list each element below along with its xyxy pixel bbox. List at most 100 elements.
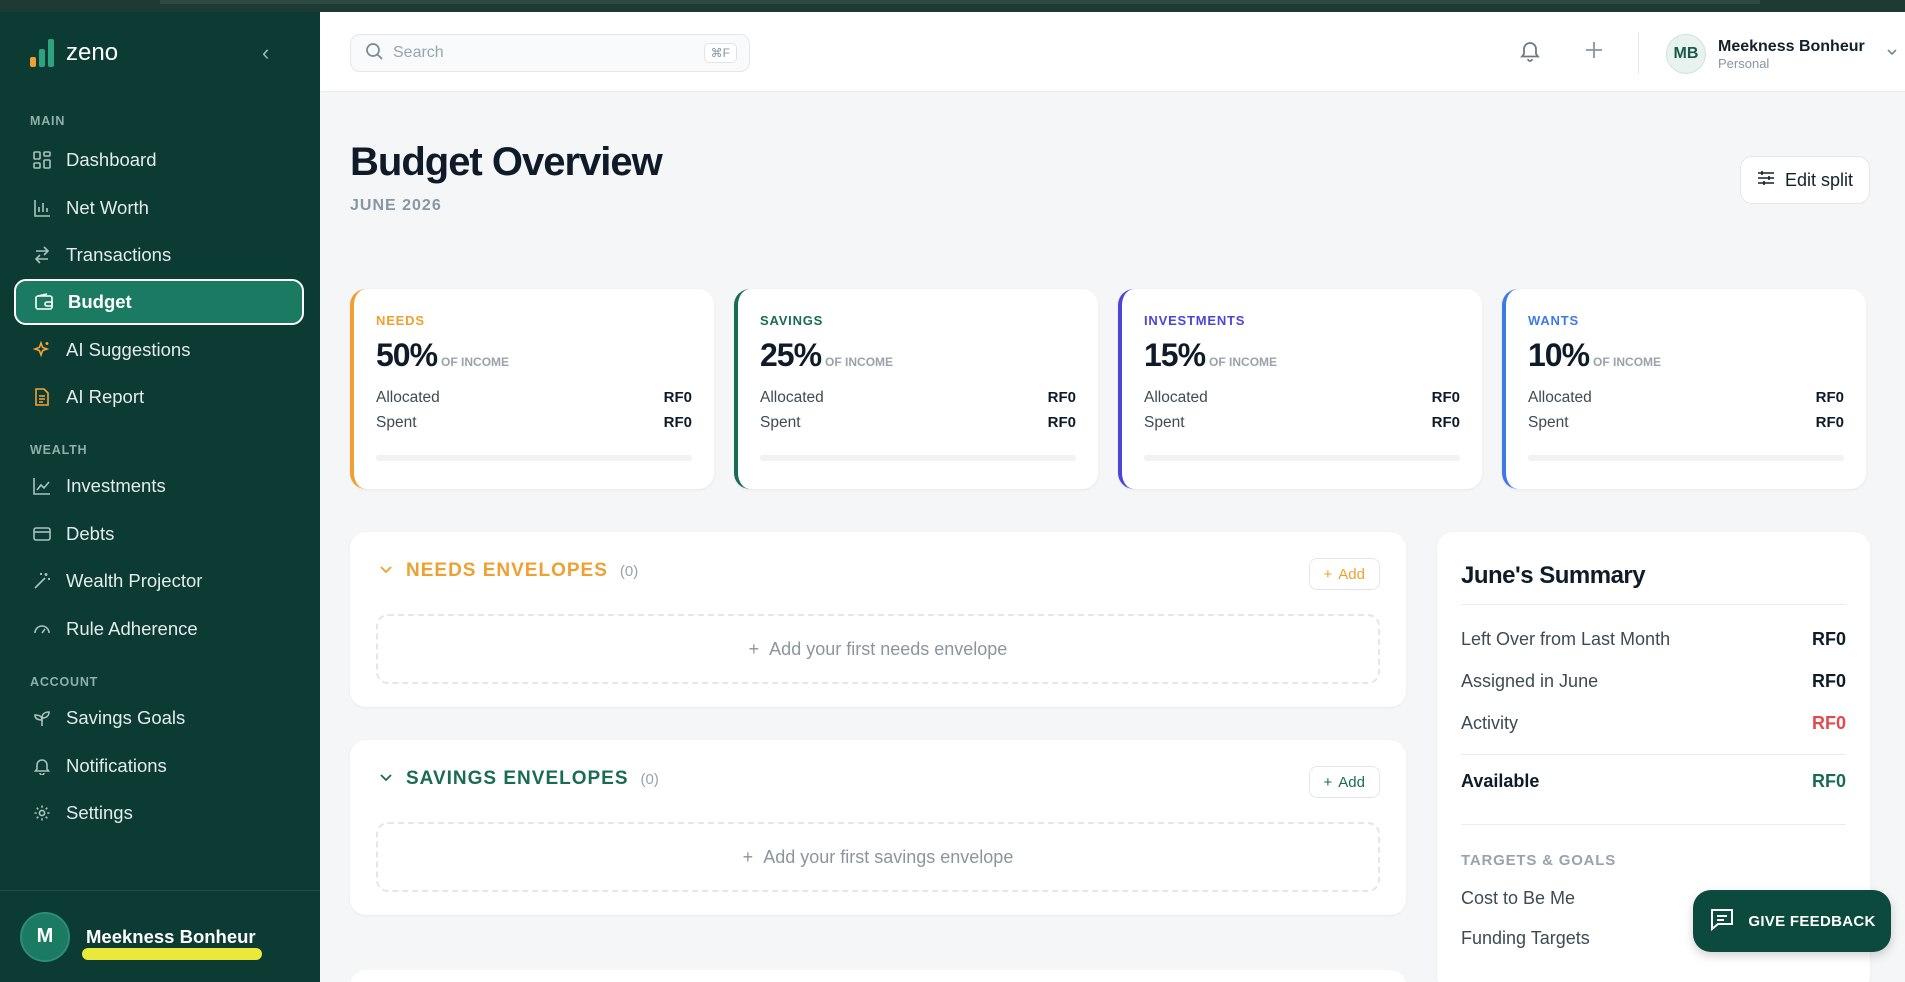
sidebar-item-savings-goals[interactable]: Savings Goals [14, 695, 304, 741]
sidebar-item-dashboard[interactable]: Dashboard [14, 137, 304, 183]
bell-icon[interactable] [1518, 38, 1542, 69]
card-label: WANTS [1528, 313, 1579, 328]
sidebar-item-label: Transactions [66, 244, 172, 265]
sidebar: zeno ‹ MAIN Dashboard Net Worth Transact… [0, 12, 320, 982]
funding-targets-link[interactable]: Funding Targets [1461, 928, 1590, 949]
allocation-card-savings: SAVINGS 25% OF INCOME Allocated RF0 Spent R… [734, 289, 1098, 489]
summary-row-assigned: Assigned in June RF0 [1461, 671, 1846, 691]
summary-row-activity: Activity RF0 [1461, 713, 1846, 733]
card-label: SAVINGS [760, 313, 824, 328]
give-feedback-button[interactable]: GIVE FEEDBACK [1693, 890, 1891, 952]
sidebar-item-notifications[interactable]: Notifications [14, 743, 304, 789]
search-placeholder: Search [393, 44, 444, 61]
add-label: Add [1338, 773, 1365, 791]
sidebar-user-name-text: Meekness Bonheur [86, 925, 256, 947]
browser-top-strip [0, 0, 1905, 12]
empty-label: Add your first needs envelope [769, 638, 1008, 659]
sidebar-item-label: Settings [66, 802, 133, 823]
line-chart-icon [32, 476, 52, 496]
collapse-sidebar-icon[interactable]: ‹ [262, 40, 269, 66]
spent-row: Spent RF0 [760, 414, 1076, 431]
chevron-down-icon [378, 769, 394, 790]
search-icon [365, 42, 383, 65]
header-user-account: Personal [1718, 55, 1770, 71]
page-subtitle: JUNE 2026 [350, 197, 442, 214]
sidebar-item-net-worth[interactable]: Net Worth [14, 185, 304, 231]
plus-icon: + [1323, 773, 1333, 791]
add-first-needs-envelope[interactable]: + Add your first needs envelope [376, 614, 1380, 684]
sidebar-item-label: Rule Adherence [66, 618, 198, 639]
progress-bar [1528, 455, 1844, 461]
needs-envelopes-header[interactable]: NEEDS ENVELOPES (0) [378, 560, 638, 582]
plus-icon: + [748, 638, 760, 659]
edit-split-label: Edit split [1784, 169, 1854, 190]
sidebar-item-label: Notifications [66, 755, 167, 776]
wallet-icon [34, 292, 54, 312]
plus-icon[interactable] [1582, 38, 1606, 69]
card-label: NEEDS [376, 313, 425, 328]
sidebar-item-investments[interactable]: Investments [14, 463, 304, 509]
sidebar-item-label: AI Report [66, 386, 145, 407]
report-icon [32, 387, 52, 407]
targets-heading: TARGETS & GOALS [1461, 852, 1617, 869]
header-divider [1638, 32, 1639, 74]
allocation-card-investments: INVESTMENTS 15% OF INCOME Allocated RF0 Sp… [1118, 289, 1482, 489]
sidebar-item-label: Budget [68, 291, 132, 312]
spent-row: Spent RF0 [1144, 414, 1460, 431]
sidebar-item-ai-suggestions[interactable]: AI Suggestions [14, 327, 304, 373]
plus-icon: + [742, 846, 754, 867]
divider [1461, 754, 1846, 755]
sidebar-item-budget[interactable]: Budget [14, 279, 304, 325]
page-title: Budget Overview [350, 140, 663, 184]
bell-icon [32, 756, 52, 776]
sidebar-item-ai-report[interactable]: AI Report [14, 374, 304, 420]
section-label-account: ACCOUNT [30, 675, 99, 689]
avatar: M [20, 911, 70, 962]
sidebar-item-label: Dashboard [66, 149, 157, 170]
sidebar-item-wealth-projector[interactable]: Wealth Projector [14, 558, 304, 604]
add-savings-envelope-button[interactable]: + Add [1308, 766, 1380, 798]
gauge-icon [32, 619, 52, 639]
envelope-title: SAVINGS ENVELOPES [406, 768, 629, 789]
card-label: INVESTMENTS [1144, 313, 1246, 328]
section-label-wealth: WEALTH [30, 443, 88, 457]
summary-row-available: Available RF0 [1461, 771, 1846, 791]
available-value: RF0 [1811, 771, 1846, 791]
card-percent: 15% OF INCOME [1144, 337, 1278, 373]
summary-title: June's Summary [1461, 562, 1646, 589]
add-first-savings-envelope[interactable]: + Add your first savings envelope [376, 822, 1380, 892]
header-user-menu[interactable]: MB Meekness Bonheur Personal [1666, 34, 1899, 74]
arrows-swap-icon [32, 245, 52, 265]
browser-tab-bar [160, 0, 1760, 4]
credit-card-icon [32, 524, 52, 544]
allocated-row: Allocated RF0 [1144, 389, 1460, 406]
summary-row-left-over: Left Over from Last Month RF0 [1461, 629, 1846, 649]
add-needs-envelope-button[interactable]: + Add [1308, 558, 1380, 590]
activity-value: RF0 [1811, 713, 1846, 733]
cost-to-be-me-link[interactable]: Cost to Be Me [1461, 888, 1575, 909]
sidebar-user[interactable]: M Meekness Bonheur [0, 890, 320, 982]
savings-envelopes-header[interactable]: SAVINGS ENVELOPES (0) [378, 768, 659, 790]
brand[interactable]: zeno [30, 38, 118, 68]
allocated-row: Allocated RF0 [760, 389, 1076, 406]
sidebar-item-settings[interactable]: Settings [14, 790, 304, 836]
edit-split-button[interactable]: Edit split [1740, 156, 1870, 204]
spent-row: Spent RF0 [376, 414, 692, 431]
sidebar-item-transactions[interactable]: Transactions [14, 232, 304, 278]
section-label-main: MAIN [30, 114, 66, 128]
sidebar-item-label: AI Suggestions [66, 339, 191, 360]
allocated-row: Allocated RF0 [1528, 389, 1844, 406]
progress-bar [1144, 455, 1460, 461]
header-user-name: Meekness Bonheur [1718, 37, 1865, 55]
avatar: MB [1666, 34, 1706, 74]
divider [1461, 824, 1846, 825]
gear-icon [32, 803, 52, 823]
search-shortcut: ⌘F [703, 43, 737, 63]
sidebar-item-rule-adherence[interactable]: Rule Adherence [14, 606, 304, 652]
sidebar-item-debts[interactable]: Debts [14, 511, 304, 557]
allocation-card-needs: NEEDS 50% OF INCOME Allocated RF0 Spent RF0 [350, 289, 714, 489]
search-input[interactable]: Search ⌘F [350, 34, 750, 72]
progress-bar [760, 455, 1076, 461]
envelope-title: NEEDS ENVELOPES [406, 560, 608, 581]
sidebar-item-label: Investments [66, 475, 166, 496]
